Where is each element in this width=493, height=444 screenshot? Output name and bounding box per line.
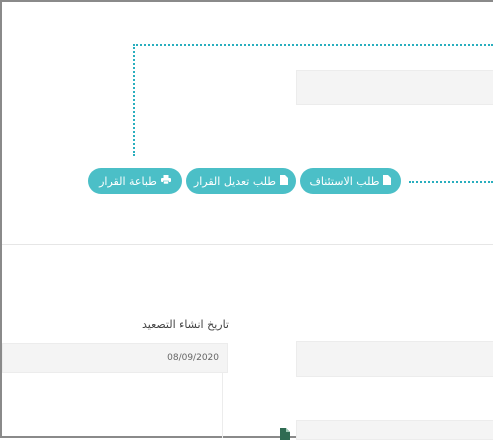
readonly-field-top: [296, 70, 493, 105]
modify-decision-request-button[interactable]: طلب تعديل القرار: [186, 168, 296, 194]
print-decision-label: طباعة القرار: [99, 174, 157, 188]
escalation-date-value: 08/09/2020: [167, 353, 219, 363]
appeal-request-label: طلب الاستئناف: [309, 174, 380, 188]
print-icon: [160, 175, 171, 187]
print-decision-button[interactable]: طباعة القرار: [88, 168, 182, 194]
document-icon[interactable]: [280, 425, 290, 440]
appeal-request-button[interactable]: طلب الاستئناف: [300, 168, 401, 194]
readonly-field-middle: [296, 341, 493, 377]
flow-connector-top: [133, 44, 493, 46]
escalation-date-field: 08/09/2020: [2, 343, 228, 373]
flow-connector-vertical: [133, 44, 135, 156]
readonly-field-bottom: [296, 420, 493, 440]
modify-decision-request-label: طلب تعديل القرار: [193, 174, 277, 188]
file-icon: [383, 174, 392, 188]
column-divider: [222, 373, 223, 438]
flow-connector-right: [409, 181, 493, 183]
escalation-date-label: تاريخ انشاء التصعيد: [141, 318, 229, 331]
section-divider: [2, 244, 493, 245]
file-icon: [280, 174, 289, 188]
